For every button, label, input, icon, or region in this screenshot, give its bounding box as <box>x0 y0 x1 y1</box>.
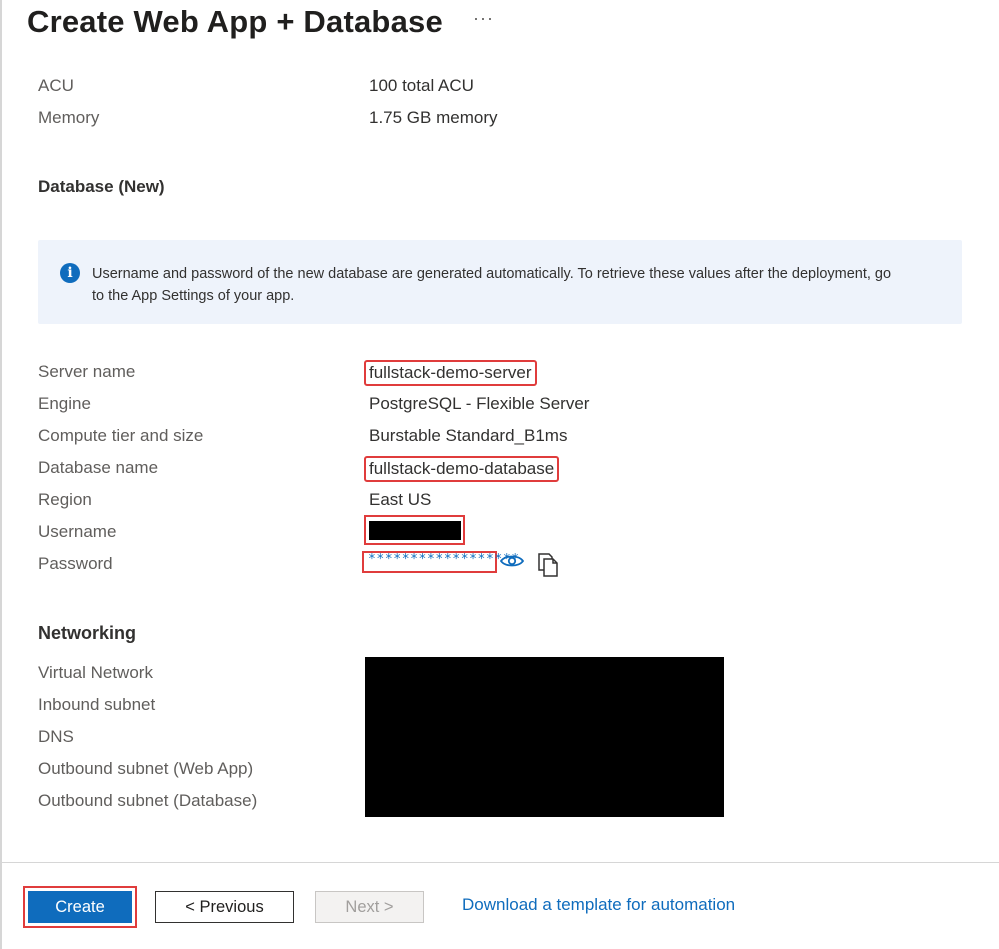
region-label: Region <box>38 490 92 509</box>
networking-values-redacted <box>365 657 724 817</box>
acu-value: 100 total ACU <box>369 76 474 95</box>
summary-row-engine: Engine PostgreSQL - Flexible Server <box>0 394 999 422</box>
engine-value: PostgreSQL - Flexible Server <box>369 394 590 413</box>
username-label: Username <box>38 522 117 541</box>
outbound-subnet-webapp-label: Outbound subnet (Web App) <box>38 759 254 778</box>
info-banner: i Username and password of the new datab… <box>38 240 962 324</box>
info-icon: i <box>60 263 80 283</box>
server-name-value: fullstack-demo-server <box>364 360 537 386</box>
summary-row-database-name: Database name fullstack-demo-database <box>0 456 999 486</box>
summary-row-region: Region East US <box>0 490 999 518</box>
engine-label: Engine <box>38 394 91 413</box>
page-title: Create Web App + Database <box>27 4 443 39</box>
create-button[interactable]: Create <box>28 891 132 923</box>
password-masked-value: ****************** <box>368 552 520 567</box>
footer-divider <box>0 862 999 863</box>
show-password-eye-icon[interactable] <box>500 553 524 569</box>
region-value: East US <box>369 490 432 509</box>
summary-row-server-name: Server name fullstack-demo-server <box>0 360 999 390</box>
next-button[interactable]: Next > <box>315 891 424 923</box>
outbound-subnet-database-label: Outbound subnet (Database) <box>38 791 258 810</box>
virtual-network-label: Virtual Network <box>38 663 153 682</box>
more-options-button[interactable]: ··· <box>473 8 494 29</box>
summary-row-memory: Memory 1.75 GB memory <box>0 108 999 136</box>
summary-row-compute: Compute tier and size Burstable Standard… <box>0 426 999 454</box>
acu-label: ACU <box>38 76 74 95</box>
networking-section-title: Networking <box>38 623 137 643</box>
inbound-subnet-label: Inbound subnet <box>38 695 156 714</box>
server-name-label: Server name <box>38 362 136 381</box>
summary-row-acu: ACU 100 total ACU <box>0 76 999 104</box>
memory-label: Memory <box>38 108 100 127</box>
info-banner-text: Username and password of the new databas… <box>92 266 892 304</box>
copy-password-icon[interactable] <box>537 553 559 577</box>
previous-button[interactable]: < Previous <box>155 891 294 923</box>
username-redacted <box>369 521 461 540</box>
password-label: Password <box>38 554 113 573</box>
database-name-label: Database name <box>38 458 159 477</box>
database-section-title: Database (New) <box>38 177 165 196</box>
database-name-value: fullstack-demo-database <box>363 456 560 482</box>
download-template-link[interactable]: Download a template for automation <box>462 895 735 915</box>
compute-value: Burstable Standard_B1ms <box>369 426 568 445</box>
summary-row-username: Username <box>0 522 999 550</box>
dns-label: DNS <box>38 727 74 746</box>
compute-label: Compute tier and size <box>38 426 204 445</box>
memory-value: 1.75 GB memory <box>369 108 498 127</box>
